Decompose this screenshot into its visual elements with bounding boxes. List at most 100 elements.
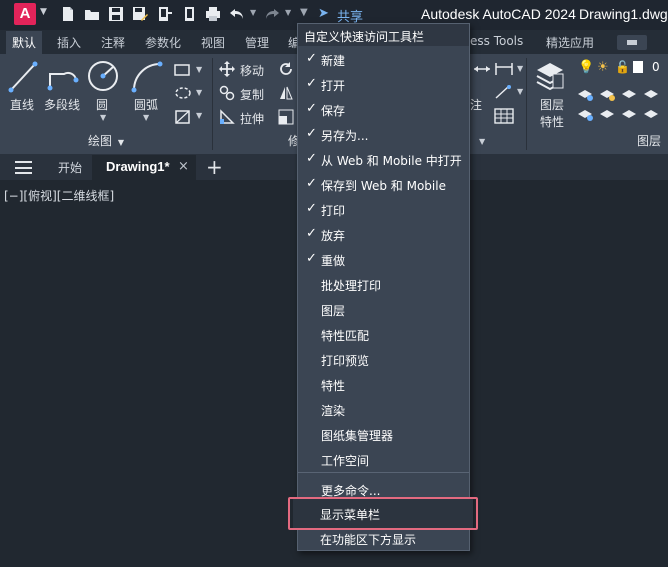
- polyline-tool-label[interactable]: 多段线: [44, 96, 80, 113]
- tab-parametric[interactable]: 参数化: [145, 34, 181, 51]
- layer-properties-label-line2[interactable]: 特性: [540, 113, 564, 130]
- open-icon[interactable]: [84, 6, 100, 22]
- undo-icon[interactable]: [229, 6, 245, 22]
- rectangle-chevron-icon[interactable]: ▼: [196, 65, 202, 74]
- scale-icon[interactable]: [278, 109, 294, 125]
- lock-icon[interactable]: 🔓: [615, 60, 630, 74]
- linear-dimension-icon[interactable]: [494, 61, 514, 77]
- circle-tool-label[interactable]: 圆: [96, 96, 108, 113]
- menu-item-match-properties[interactable]: 特性匹配: [298, 322, 469, 347]
- arc-chevron-icon[interactable]: ▼: [143, 113, 149, 122]
- customize-qat-menu: 自定义快速访问工具栏 ✓ 新建 ✓ 打开 ✓ 保存 ✓ 另存为... ✓ 从 Web 和 …: [297, 23, 470, 551]
- hatch-chevron-icon[interactable]: ▼: [196, 88, 202, 97]
- line-tool-label[interactable]: 直线: [10, 96, 34, 113]
- send-icon: ➤: [318, 6, 329, 21]
- menu-hamburger-icon[interactable]: [15, 161, 32, 174]
- redo-icon[interactable]: [264, 6, 280, 22]
- menu-item-open-web-mobile[interactable]: ✓ 从 Web 和 Mobile 中打开: [298, 147, 469, 172]
- close-icon[interactable]: ×: [178, 159, 189, 174]
- stretch-tool-label[interactable]: 拉伸: [240, 110, 264, 127]
- tab-featured-apps[interactable]: 精选应用: [546, 34, 594, 51]
- menu-item-layer[interactable]: 图层: [298, 297, 469, 322]
- menu-item-show-below-ribbon[interactable]: 在功能区下方显示: [297, 526, 468, 551]
- lightbulb-icon[interactable]: 💡: [578, 60, 594, 75]
- export-icon[interactable]: [182, 6, 198, 22]
- layer-panel-label[interactable]: 图层: [637, 132, 661, 152]
- web-mobile-icon[interactable]: [157, 6, 173, 22]
- menu-item-properties[interactable]: 特性: [298, 372, 469, 397]
- menu-item-sheet-set-manager[interactable]: 图纸集管理器: [298, 422, 469, 447]
- sun-icon[interactable]: ☀: [597, 60, 609, 75]
- rectangle-icon[interactable]: [174, 63, 192, 77]
- layer-properties-icon[interactable]: [535, 60, 565, 94]
- tab-start[interactable]: 开始: [58, 159, 82, 176]
- menu-item-save-web-mobile[interactable]: ✓ 保存到 Web 和 Mobile: [298, 172, 469, 197]
- copy-icon[interactable]: [219, 85, 235, 101]
- tab-default[interactable]: 默认: [6, 31, 43, 54]
- redo-dropdown-icon[interactable]: ▼: [285, 8, 291, 17]
- menu-item-plot-preview[interactable]: 打印预览: [298, 347, 469, 372]
- copy-tool-label[interactable]: 复制: [240, 86, 264, 103]
- tab-manage[interactable]: 管理: [245, 34, 269, 51]
- check-icon: ✓: [306, 201, 317, 216]
- app-menu-chevron-icon[interactable]: ▼: [40, 7, 47, 17]
- table-icon[interactable]: [494, 108, 514, 124]
- menu-item-undo[interactable]: ✓ 放弃: [298, 222, 469, 247]
- menu-item-save[interactable]: ✓ 保存: [298, 97, 469, 122]
- new-icon[interactable]: [60, 6, 76, 22]
- menu-item-redo[interactable]: ✓ 重做: [298, 247, 469, 272]
- tab-annotate[interactable]: 注释: [101, 34, 125, 51]
- check-icon: ✓: [306, 176, 317, 191]
- draw-panel-chevron-icon: ▼: [117, 138, 124, 147]
- tab-drawing1[interactable]: Drawing1* ×: [92, 155, 196, 180]
- line-icon[interactable]: [8, 60, 38, 94]
- stretch-icon[interactable]: [219, 109, 235, 125]
- menu-item-plot[interactable]: ✓ 打印: [298, 197, 469, 222]
- current-layer-value[interactable]: 0: [652, 60, 660, 74]
- draw-panel-label[interactable]: 绘图 ▼: [88, 132, 124, 152]
- save-icon[interactable]: [108, 6, 124, 22]
- tab-express-tools[interactable]: ess Tools: [470, 34, 523, 48]
- menu-item-save-as[interactable]: ✓ 另存为...: [298, 122, 469, 147]
- menu-item-batch-plot[interactable]: 批处理打印: [298, 272, 469, 297]
- menu-item-workspace[interactable]: 工作空间: [298, 447, 469, 472]
- rotate-icon[interactable]: [278, 61, 294, 77]
- document-title: Drawing1.dwg: [579, 6, 668, 22]
- ribbon-minimize-button[interactable]: [617, 35, 647, 50]
- dimension-chevron-icon[interactable]: ▼: [517, 64, 523, 73]
- move-tool-label[interactable]: 移动: [240, 62, 264, 79]
- menu-title: 自定义快速访问工具栏: [304, 30, 425, 44]
- menu-item-new[interactable]: ✓ 新建: [298, 47, 469, 72]
- leader-chevron-icon[interactable]: ▼: [517, 87, 523, 96]
- circle-chevron-icon[interactable]: ▼: [100, 113, 106, 122]
- qat-dropdown-icon[interactable]: ▼: [300, 7, 308, 18]
- save-as-icon[interactable]: [132, 6, 148, 22]
- arc-tool-label[interactable]: 圆弧: [134, 96, 158, 113]
- boundary-chevron-icon[interactable]: ▼: [196, 111, 202, 120]
- boundary-icon[interactable]: [174, 109, 192, 125]
- layer-tools-icons[interactable]: [576, 86, 666, 122]
- tab-view[interactable]: 视图: [201, 34, 225, 51]
- layer-color-swatch[interactable]: [633, 61, 643, 73]
- autocad-logo-icon[interactable]: A: [14, 3, 36, 25]
- viewport-controls[interactable]: [−][俯视][二维线框]: [4, 187, 114, 204]
- arc-icon[interactable]: [130, 60, 164, 94]
- undo-dropdown-icon[interactable]: ▼: [250, 8, 256, 17]
- new-tab-plus-icon[interactable]: +: [206, 155, 223, 179]
- move-icon[interactable]: [219, 61, 235, 77]
- annotation-panel-chevron-icon[interactable]: ▼: [479, 137, 485, 146]
- circle-icon[interactable]: [86, 59, 120, 93]
- ribbon-panel-divider: [526, 58, 527, 150]
- check-icon: ✓: [306, 51, 317, 66]
- leader-icon[interactable]: [494, 84, 514, 100]
- plot-icon[interactable]: [205, 6, 221, 22]
- dimension-icon[interactable]: [473, 61, 491, 77]
- menu-item-render[interactable]: 渲染: [298, 397, 469, 422]
- layer-properties-label-line1[interactable]: 图层: [540, 96, 564, 113]
- polyline-icon[interactable]: [46, 60, 80, 94]
- menu-item-open[interactable]: ✓ 打开: [298, 72, 469, 97]
- hatch-icon[interactable]: [174, 86, 192, 100]
- mirror-icon[interactable]: [278, 85, 294, 101]
- tab-insert[interactable]: 插入: [57, 34, 81, 51]
- ribbon-panel-divider: [212, 58, 213, 150]
